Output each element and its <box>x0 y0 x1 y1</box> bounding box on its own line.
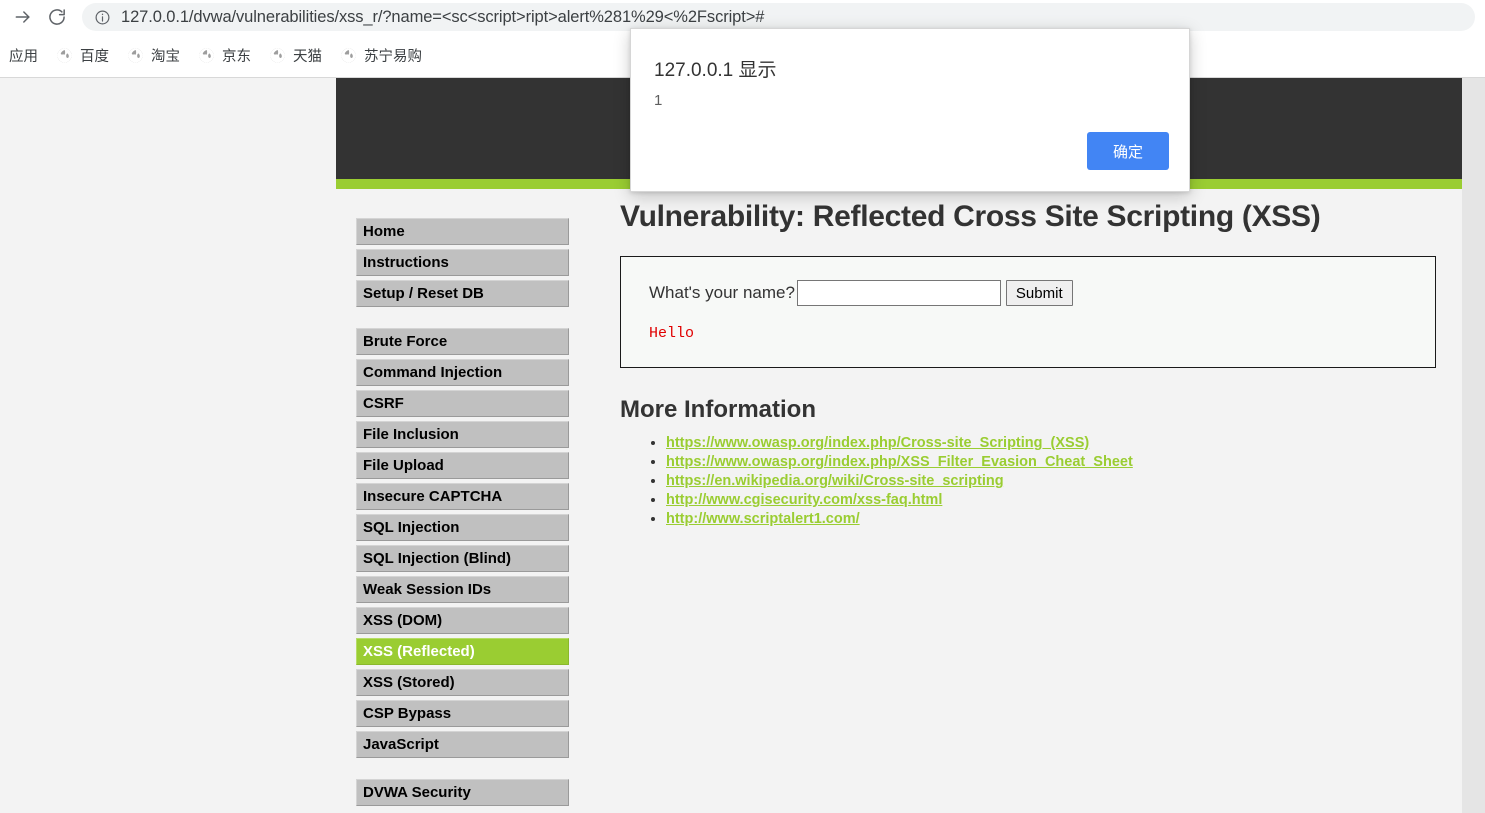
sidebar-item-xss-stored[interactable]: XSS (Stored) <box>356 669 569 696</box>
globe-icon <box>269 47 286 64</box>
bookmark-tmall[interactable]: 天猫 <box>260 42 331 68</box>
submit-button[interactable]: Submit <box>1005 280 1073 306</box>
bookmark-apps[interactable]: 应用 <box>0 42 47 68</box>
name-field-label: What's your name? <box>649 283 795 302</box>
dialog-origin-text: 127.0.0.1 显示 <box>654 60 777 81</box>
list-item: https://www.owasp.org/index.php/Cross-si… <box>666 434 1440 452</box>
more-information-link-list: https://www.owasp.org/index.php/Cross-si… <box>620 434 1440 528</box>
info-link-wikipedia-xss[interactable]: https://en.wikipedia.org/wiki/Cross-site… <box>666 473 1004 489</box>
sidebar-item-dvwa-security[interactable]: DVWA Security <box>356 779 569 806</box>
sidebar-group-settings: DVWA Security <box>356 779 569 806</box>
url-bar[interactable]: 127.0.0.1/dvwa/vulnerabilities/xss_r/?na… <box>82 3 1475 31</box>
name-form-row: What's your name? Submit <box>649 280 1435 306</box>
bookmark-label: 天猫 <box>293 48 322 65</box>
bookmark-label: 应用 <box>9 48 38 65</box>
info-link-owasp-xss[interactable]: https://www.owasp.org/index.php/Cross-si… <box>666 435 1089 451</box>
info-link-owasp-filter-evasion[interactable]: https://www.owasp.org/index.php/XSS_Filt… <box>666 454 1133 470</box>
more-information-heading: More Information <box>620 396 816 423</box>
globe-icon <box>340 47 357 64</box>
bookmark-suning[interactable]: 苏宁易购 <box>331 42 431 68</box>
info-link-cgisecurity-faq[interactable]: http://www.cgisecurity.com/xss-faq.html <box>666 492 942 508</box>
sidebar-item-sql-injection[interactable]: SQL Injection <box>356 514 569 541</box>
dialog-ok-button[interactable]: 确定 <box>1087 132 1169 170</box>
javascript-alert-dialog: 127.0.0.1 显示 1 确定 <box>630 28 1190 192</box>
bookmark-label: 百度 <box>80 48 109 65</box>
sidebar-item-javascript[interactable]: JavaScript <box>356 731 569 758</box>
sidebar-group-general: Home Instructions Setup / Reset DB <box>356 218 569 307</box>
sidebar-nav: Home Instructions Setup / Reset DB Brute… <box>356 218 569 813</box>
sidebar-item-instructions[interactable]: Instructions <box>356 249 569 276</box>
sidebar-item-brute-force[interactable]: Brute Force <box>356 328 569 355</box>
sidebar-item-command-injection[interactable]: Command Injection <box>356 359 569 386</box>
url-text: 127.0.0.1/dvwa/vulnerabilities/xss_r/?na… <box>121 8 765 26</box>
list-item: https://www.owasp.org/index.php/XSS_Filt… <box>666 453 1440 471</box>
sidebar-item-setup-reset-db[interactable]: Setup / Reset DB <box>356 280 569 307</box>
globe-icon <box>198 47 215 64</box>
info-circle-icon[interactable] <box>94 9 111 26</box>
globe-icon <box>127 47 144 64</box>
list-item: http://www.scriptalert1.com/ <box>666 510 1440 528</box>
sidebar-item-weak-session-ids[interactable]: Weak Session IDs <box>356 576 569 603</box>
sidebar-item-insecure-captcha[interactable]: Insecure CAPTCHA <box>356 483 569 510</box>
info-link-scriptalert1[interactable]: http://www.scriptalert1.com/ <box>666 511 860 527</box>
vulnerability-form-box: What's your name? Submit Hello <box>620 256 1436 368</box>
sidebar-item-xss-reflected[interactable]: XSS (Reflected) <box>356 638 569 665</box>
sidebar-item-file-inclusion[interactable]: File Inclusion <box>356 421 569 448</box>
bookmark-label: 苏宁易购 <box>364 48 422 65</box>
bookmark-label: 京东 <box>222 48 251 65</box>
main-content: Vulnerability: Reflected Cross Site Scri… <box>620 200 1440 529</box>
bookmark-taobao[interactable]: 淘宝 <box>118 42 189 68</box>
dialog-message-text: 1 <box>654 92 663 109</box>
sidebar-item-file-upload[interactable]: File Upload <box>356 452 569 479</box>
list-item: https://en.wikipedia.org/wiki/Cross-site… <box>666 472 1440 490</box>
header-left-gap <box>0 78 336 189</box>
page-title: Vulnerability: Reflected Cross Site Scri… <box>620 200 1321 233</box>
sidebar-item-xss-dom[interactable]: XSS (DOM) <box>356 607 569 634</box>
greeting-output: Hello <box>649 325 695 342</box>
forward-arrow-icon[interactable] <box>6 2 40 32</box>
bookmark-jd[interactable]: 京东 <box>189 42 260 68</box>
sidebar-group-vulnerabilities: Brute Force Command Injection CSRF File … <box>356 328 569 758</box>
sidebar-item-sql-injection-blind[interactable]: SQL Injection (Blind) <box>356 545 569 572</box>
list-item: http://www.cgisecurity.com/xss-faq.html <box>666 491 1440 509</box>
sidebar-item-csrf[interactable]: CSRF <box>356 390 569 417</box>
name-input[interactable] <box>796 280 1001 306</box>
sidebar-item-csp-bypass[interactable]: CSP Bypass <box>356 700 569 727</box>
sidebar-item-home[interactable]: Home <box>356 218 569 245</box>
reload-icon[interactable] <box>40 2 74 32</box>
bookmark-baidu[interactable]: 百度 <box>47 42 118 68</box>
bookmark-label: 淘宝 <box>151 48 180 65</box>
globe-icon <box>56 47 73 64</box>
